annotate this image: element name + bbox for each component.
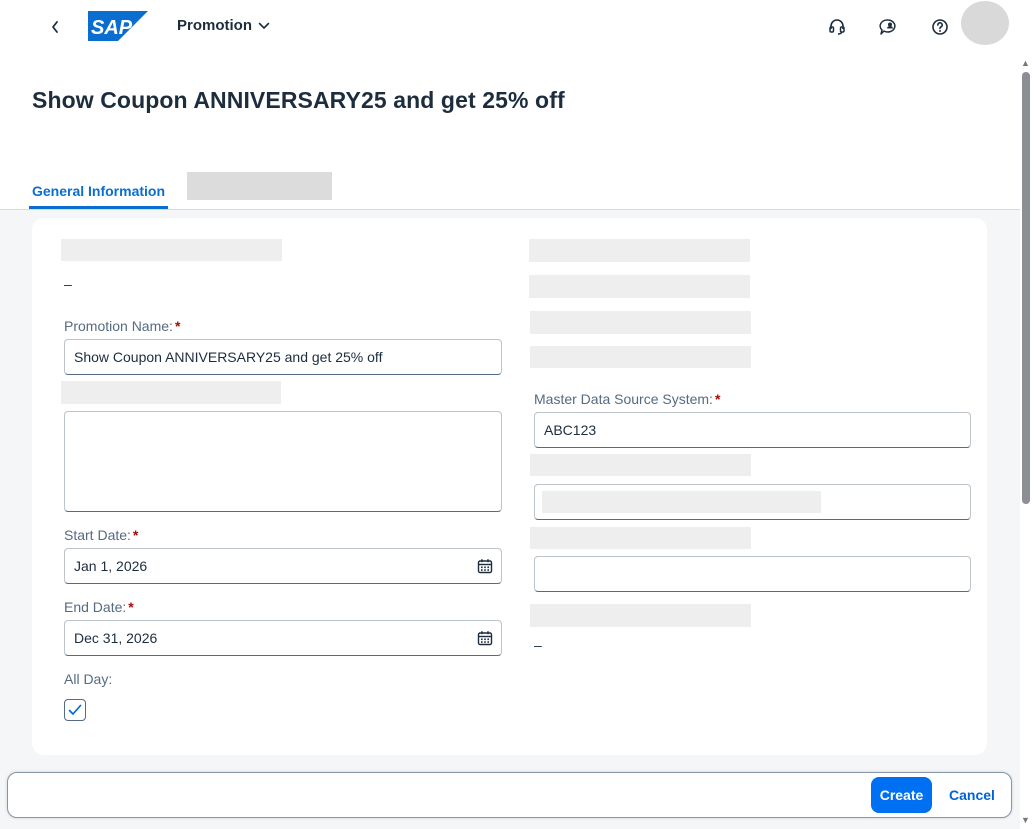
- all-day-label: All Day:: [64, 671, 113, 687]
- start-date-label-text: Start Date:: [64, 527, 131, 543]
- required-marker: *: [132, 527, 139, 543]
- end-date-value: Dec 31, 2026: [74, 630, 158, 646]
- calendar-icon[interactable]: [477, 630, 493, 646]
- scroll-up-arrow-icon[interactable]: ▲: [1021, 58, 1030, 68]
- redacted-label: [61, 239, 282, 261]
- tab-redacted[interactable]: [187, 172, 332, 200]
- shell-bar: SAP Promotion: [0, 0, 1034, 54]
- scroll-down-arrow-icon[interactable]: ▼: [1021, 815, 1030, 825]
- tab-general-information[interactable]: General Information: [29, 172, 168, 209]
- page-title: Show Coupon ANNIVERSARY25 and get 25% of…: [32, 87, 565, 113]
- footer-toolbar: [7, 772, 1012, 818]
- redacted-label: [530, 604, 751, 627]
- cancel-button[interactable]: Cancel: [942, 777, 1002, 813]
- calendar-icon[interactable]: [477, 558, 493, 574]
- feedback-button[interactable]: [877, 16, 899, 38]
- promotion-name-label: Promotion Name: *: [64, 318, 180, 334]
- redacted-label: [530, 527, 751, 549]
- end-date-picker[interactable]: Dec 31, 2026: [64, 620, 502, 656]
- checkmark-icon: [68, 704, 82, 715]
- description-textarea[interactable]: [64, 411, 502, 512]
- redacted-input[interactable]: [534, 484, 971, 520]
- sap-logo: SAP: [88, 11, 148, 41]
- master-data-source-input[interactable]: ABC123: [534, 412, 971, 448]
- start-date-label: Start Date: *: [64, 527, 138, 543]
- avatar[interactable]: [961, 1, 1009, 45]
- back-icon: [52, 21, 58, 33]
- required-marker: *: [714, 391, 721, 407]
- redacted-value: [529, 275, 750, 298]
- readonly-field-value: –: [534, 637, 542, 653]
- scrollbar-thumb[interactable]: [1022, 72, 1030, 504]
- redacted-description-label: [61, 381, 281, 404]
- help-button[interactable]: [929, 16, 951, 38]
- master-data-source-label-text: Master Data Source System:: [534, 391, 713, 407]
- object-page-header: Show Coupon ANNIVERSARY25 and get 25% of…: [0, 54, 1020, 210]
- create-button[interactable]: Create: [871, 777, 932, 813]
- redacted-input-value: [542, 491, 821, 513]
- feedback-icon: [879, 19, 896, 35]
- start-date-picker[interactable]: Jan 1, 2026: [64, 548, 502, 584]
- text-input[interactable]: [534, 556, 971, 592]
- redacted-label: [529, 239, 750, 262]
- promotion-name-value: Show Coupon ANNIVERSARY25 and get 25% of…: [74, 349, 383, 365]
- redacted-value: [530, 346, 751, 368]
- end-date-label-text: End Date:: [64, 599, 127, 615]
- chevron-down-icon: [258, 22, 270, 29]
- app-title: Promotion: [177, 17, 252, 34]
- svg-text:SAP: SAP: [91, 17, 133, 39]
- required-marker: *: [128, 599, 134, 615]
- master-data-source-label: Master Data Source System: *: [534, 391, 720, 407]
- back-button[interactable]: [42, 14, 68, 40]
- redacted-label: [530, 454, 751, 476]
- readonly-field-value: –: [64, 276, 72, 292]
- support-button[interactable]: [826, 16, 848, 38]
- app-title-menu[interactable]: Promotion: [177, 17, 270, 34]
- headset-icon: [829, 19, 845, 35]
- redacted-label: [530, 311, 751, 334]
- required-marker: *: [174, 318, 181, 334]
- all-day-checkbox[interactable]: [64, 699, 86, 721]
- promotion-name-input[interactable]: Show Coupon ANNIVERSARY25 and get 25% of…: [64, 339, 502, 375]
- end-date-label: End Date: *: [64, 599, 134, 615]
- start-date-value: Jan 1, 2026: [74, 558, 148, 574]
- help-icon: [932, 19, 948, 35]
- promotion-name-label-text: Promotion Name:: [64, 318, 173, 334]
- master-data-source-value: ABC123: [544, 422, 597, 438]
